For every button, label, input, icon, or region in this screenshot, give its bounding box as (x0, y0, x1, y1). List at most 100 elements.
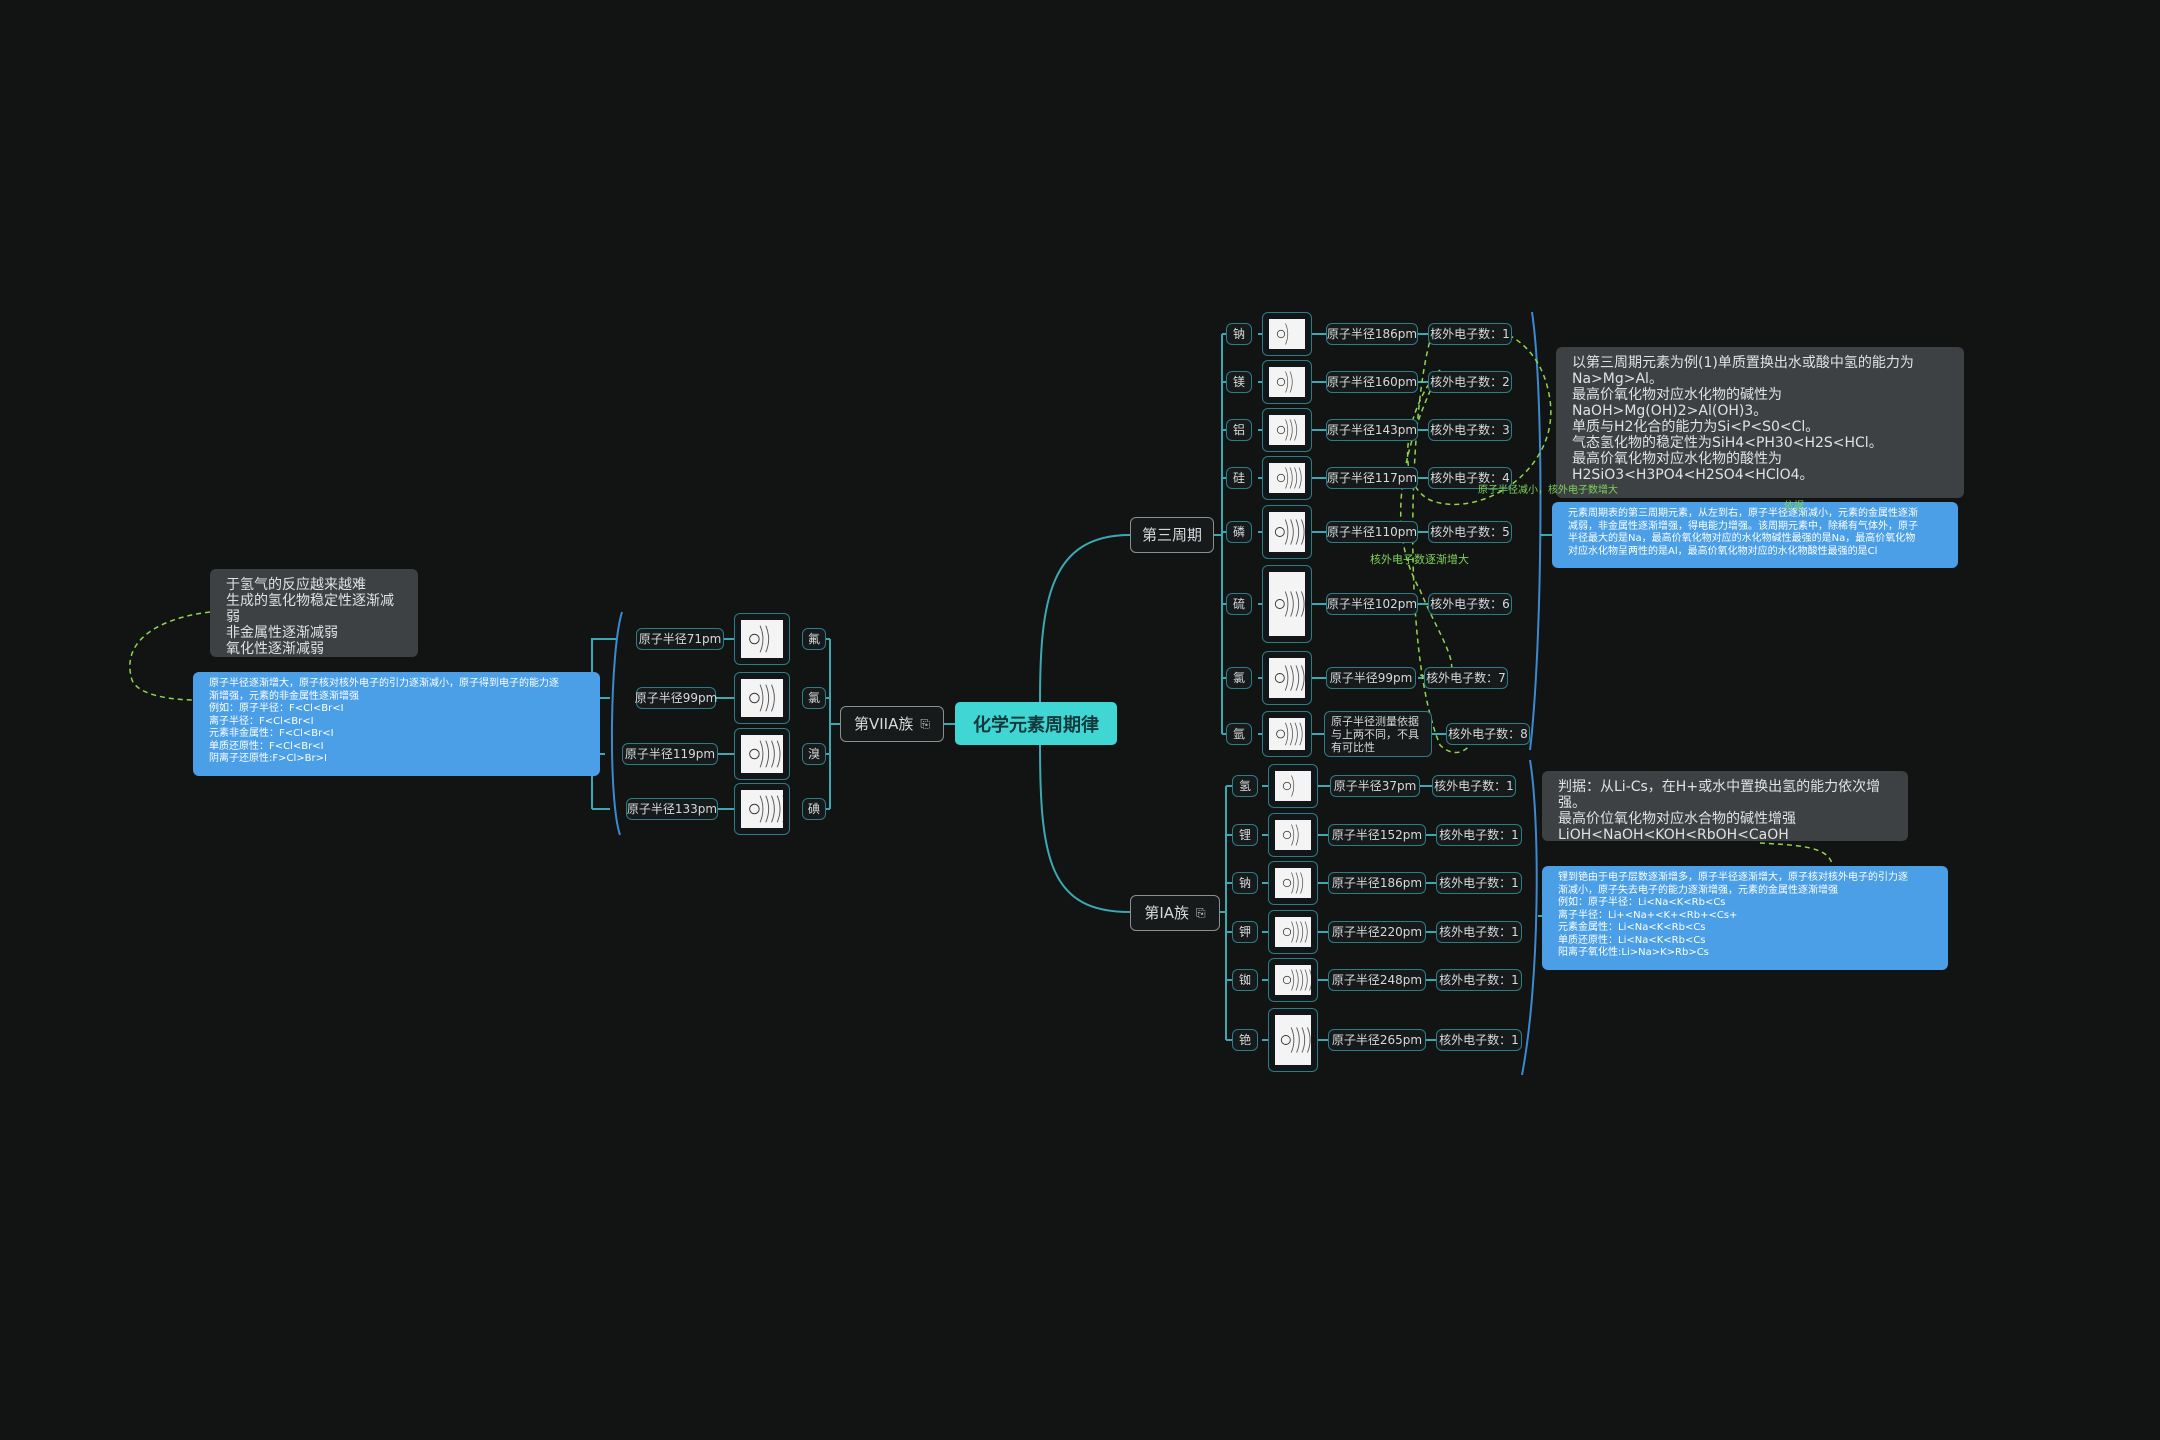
element-electrons-1[interactable]: 核外电子数：1 (1436, 824, 1522, 846)
element-name-1[interactable]: 锂 (1232, 824, 1258, 846)
element-radius-0[interactable]: 原子半径37pm (1330, 775, 1420, 797)
element-name-2[interactable]: 铝 (1226, 419, 1252, 441)
element-name-5[interactable]: 铯 (1232, 1029, 1258, 1051)
element-electrons-1[interactable]: 核外电子数：2 (1428, 371, 1512, 393)
element-name-3[interactable]: 钾 (1232, 921, 1258, 943)
atom-structure-icon (1282, 969, 1311, 991)
atom-image-2 (734, 728, 790, 780)
atom-image-2 (1262, 408, 1312, 452)
element-electrons-5[interactable]: 核外电子数：1 (1436, 1029, 1522, 1051)
element-name-4[interactable]: 铷 (1232, 969, 1258, 991)
atom-image-3 (734, 783, 790, 835)
element-radius-1[interactable]: 原子半径99pm (635, 687, 717, 709)
element-name-5[interactable]: 硫 (1226, 593, 1252, 615)
element-radius-6[interactable]: 原子半径99pm (1326, 667, 1416, 689)
atom-image-4 (1262, 505, 1312, 559)
element-radius-5[interactable]: 原子半径102pm (1326, 593, 1418, 615)
element-name-1[interactable]: 氯 (802, 687, 826, 709)
atom-image-6 (1262, 651, 1312, 705)
atom-structure-icon (1282, 824, 1299, 846)
atom-image-7 (1262, 711, 1312, 757)
relation-label-decrease: 原子半径减小，核外电子数增大 (1478, 485, 1618, 496)
branch-group1[interactable]: 第IA族 ⎘ (1130, 895, 1220, 931)
element-name-2[interactable]: 溴 (802, 743, 826, 765)
element-radius-1[interactable]: 原子半径160pm (1326, 371, 1418, 393)
element-name-0[interactable]: 氢 (1232, 775, 1258, 797)
relation-label-basis: 依据 (1784, 501, 1804, 512)
root-topic[interactable]: 化学元素周期律 (955, 702, 1117, 745)
atom-image-0 (1268, 764, 1318, 808)
atom-image-0 (1262, 312, 1312, 356)
atom-structure-icon (1276, 371, 1293, 393)
atom-structure-icon (1274, 591, 1305, 617)
element-radius-2[interactable]: 原子半径143pm (1326, 419, 1418, 441)
atom-structure-icon (1280, 1027, 1311, 1053)
atom-structure-icon (1274, 665, 1305, 691)
element-electrons-5[interactable]: 核外电子数：6 (1428, 593, 1512, 615)
atom-structure-icon (749, 684, 775, 712)
relation-label-increase: 核外电子数逐渐增大 (1370, 553, 1469, 566)
element-electrons-2[interactable]: 核外电子数：1 (1436, 872, 1522, 894)
atom-structure-icon (1282, 775, 1295, 797)
atom-structure-icon (749, 740, 781, 768)
atom-image-1 (1268, 813, 1318, 857)
atom-image-2 (1268, 861, 1318, 905)
element-name-0[interactable]: 钠 (1226, 323, 1252, 345)
element-radius-1[interactable]: 原子半径152pm (1328, 824, 1426, 846)
element-electrons-3[interactable]: 核外电子数：1 (1436, 921, 1522, 943)
element-name-4[interactable]: 磷 (1226, 521, 1252, 543)
element-radius-7[interactable]: 原子半径测量依据与上两不同，不具有可比性 (1324, 711, 1432, 757)
group7-note-grey: 于氢气的反应越来越难 生成的氢化物稳定性逐渐减弱 非金属性逐渐减弱 氧化性逐渐减… (210, 569, 418, 657)
atom-structure-icon (1276, 467, 1302, 489)
element-radius-4[interactable]: 原子半径248pm (1328, 969, 1426, 991)
atom-structure-icon (1282, 872, 1304, 894)
branch-period3[interactable]: 第三周期 (1130, 517, 1214, 553)
element-name-7[interactable]: 氩 (1226, 723, 1252, 745)
element-radius-3[interactable]: 原子半径133pm (626, 798, 718, 820)
atom-image-4 (1268, 958, 1318, 1002)
atom-image-1 (734, 672, 790, 724)
element-radius-0[interactable]: 原子半径186pm (1326, 323, 1418, 345)
element-radius-0[interactable]: 原子半径71pm (636, 628, 724, 650)
atom-structure-icon (1276, 722, 1303, 746)
element-radius-4[interactable]: 原子半径110pm (1326, 521, 1418, 543)
period3-note-blue: 元素周期表的第三周期元素，从左到右，原子半径逐渐减小，元素的金属性逐渐 减弱，非… (1552, 502, 1958, 568)
element-electrons-2[interactable]: 核外电子数：3 (1428, 419, 1512, 441)
atom-image-5 (1268, 1008, 1318, 1072)
element-electrons-7[interactable]: 核外电子数：8 (1446, 723, 1530, 745)
group7-note-blue: 原子半径逐渐增大，原子核对核外电子的引力逐渐减小，原子得到电子的能力逐 渐增强，… (193, 672, 600, 776)
element-electrons-4[interactable]: 核外电子数：1 (1436, 969, 1522, 991)
element-radius-5[interactable]: 原子半径265pm (1328, 1029, 1426, 1051)
atom-image-0 (734, 613, 790, 665)
element-name-0[interactable]: 氟 (802, 628, 826, 650)
atom-structure-icon (1274, 519, 1305, 545)
atom-structure-icon (1276, 419, 1298, 441)
group1-note-blue: 锂到铯由于电子层数逐渐增多，原子半径逐渐增大，原子核对核外电子的引力逐 渐减小，… (1542, 866, 1948, 970)
element-radius-2[interactable]: 原子半径119pm (622, 743, 718, 765)
element-radius-2[interactable]: 原子半径186pm (1328, 872, 1426, 894)
summary-icon: ⎘ (1196, 906, 1206, 920)
branch-group7[interactable]: 第VIIA族 ⎘ (840, 706, 944, 742)
atom-image-5 (1262, 565, 1312, 643)
element-name-3[interactable]: 碘 (802, 798, 826, 820)
element-name-1[interactable]: 镁 (1226, 371, 1252, 393)
element-name-2[interactable]: 钠 (1232, 872, 1258, 894)
element-radius-3[interactable]: 原子半径220pm (1328, 921, 1426, 943)
atom-structure-icon (1282, 921, 1308, 943)
atom-image-3 (1268, 910, 1318, 954)
branch-group7-label: 第VIIA族 (854, 715, 914, 733)
atom-structure-icon (1276, 323, 1289, 345)
summary-icon: ⎘ (920, 717, 930, 731)
element-electrons-6[interactable]: 核外电子数：7 (1424, 667, 1508, 689)
period3-note-grey: 以第三周期元素为例(1)单质置换出水或酸中氢的能力为 Na>Mg>Al。 最高价… (1556, 347, 1964, 498)
element-radius-3[interactable]: 原子半径117pm (1326, 467, 1418, 489)
element-electrons-0[interactable]: 核外电子数：1 (1428, 323, 1512, 345)
branch-group1-label: 第IA族 (1144, 904, 1190, 922)
atom-structure-icon (749, 795, 783, 823)
atom-image-1 (1262, 360, 1312, 404)
element-name-3[interactable]: 硅 (1226, 467, 1252, 489)
element-electrons-4[interactable]: 核外电子数：5 (1428, 521, 1512, 543)
atom-image-3 (1262, 456, 1312, 500)
element-electrons-0[interactable]: 核外电子数：1 (1432, 775, 1516, 797)
element-name-6[interactable]: 氯 (1226, 667, 1252, 689)
